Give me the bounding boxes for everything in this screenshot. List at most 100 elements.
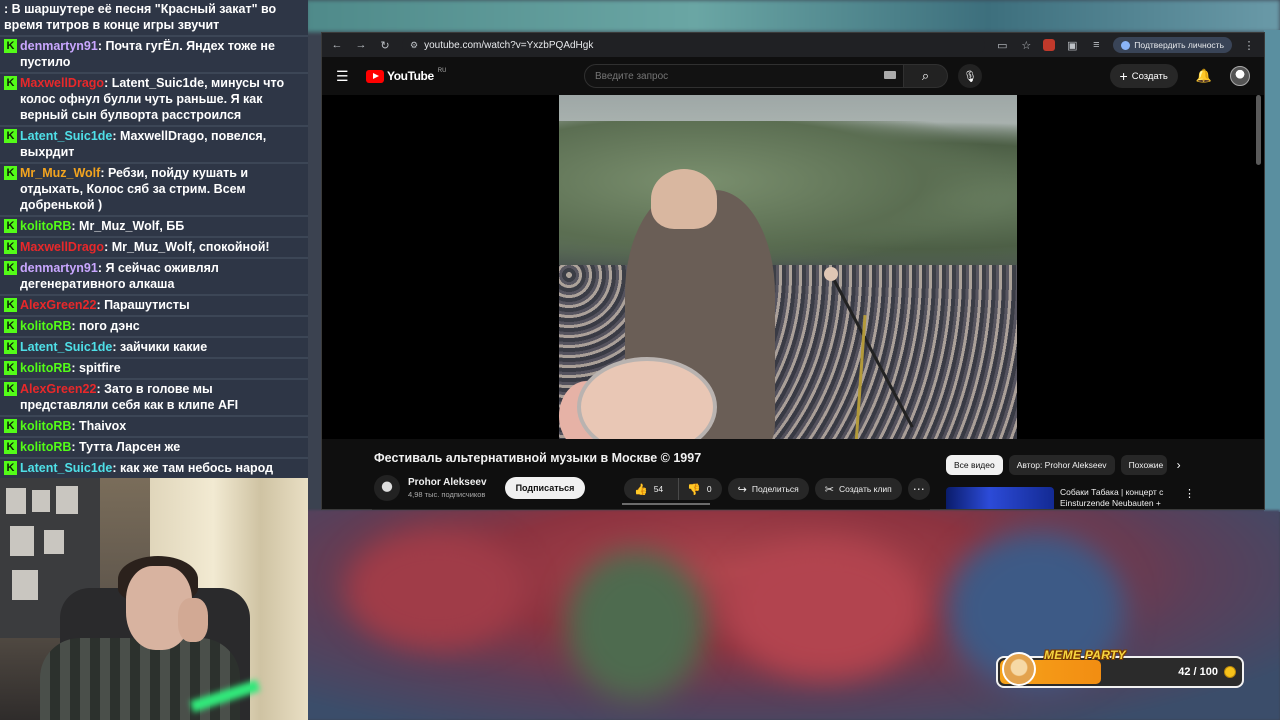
- streamer-hand: [178, 598, 208, 642]
- recommended-title[interactable]: Собаки Табака | концерт с Einsturzende N…: [1060, 487, 1178, 509]
- chip-related[interactable]: Похожие: [1120, 455, 1167, 475]
- cast-icon[interactable]: ▭: [995, 39, 1009, 52]
- create-button[interactable]: + Создать: [1109, 64, 1178, 88]
- meme-party-count: 42 / 100: [1178, 666, 1218, 678]
- chat-message: KkolitoRB: spitfire: [0, 359, 308, 380]
- more-dots-icon: ⋯: [912, 482, 925, 496]
- search-input[interactable]: [584, 64, 904, 88]
- page-scrollbar[interactable]: [1256, 95, 1261, 165]
- recommended-thumbnail[interactable]: [946, 487, 1054, 509]
- chat-text: : пого дэнс: [71, 319, 140, 333]
- chevron-right-icon[interactable]: ›: [1177, 458, 1181, 472]
- chat-username[interactable]: Latent_Suic1de: [20, 461, 112, 475]
- chat-message: Kdenmartyn91: Почта гугЁл. Яндех тоже не…: [0, 37, 308, 74]
- back-icon[interactable]: ←: [330, 39, 344, 51]
- browser-menu-icon[interactable]: ⋮: [1242, 39, 1256, 52]
- chat-username[interactable]: kolitoRB: [20, 219, 71, 233]
- chat-text: : Mr_Muz_Wolf, спокойной!: [104, 240, 270, 254]
- chat-username[interactable]: AlexGreen22: [20, 298, 96, 312]
- search-icon: ⌕: [921, 68, 930, 83]
- chip-all-videos[interactable]: Все видео: [946, 455, 1003, 475]
- extension-icon[interactable]: [1043, 39, 1056, 51]
- chat-message-content: denmartyn91: Почта гугЁл. Яндех тоже не …: [20, 38, 304, 70]
- verify-identity-button[interactable]: Подтвердить личность: [1113, 37, 1232, 53]
- webcam-poster: [44, 530, 64, 554]
- video-title: Фестиваль альтернативной музыки в Москве…: [374, 451, 702, 465]
- forward-icon[interactable]: →: [354, 39, 368, 51]
- kick-badge-icon: K: [4, 298, 17, 312]
- search-bar: ⌕ 🎙: [584, 64, 982, 88]
- subscribe-button[interactable]: Подписаться: [504, 477, 586, 499]
- like-button[interactable]: 👍 54: [624, 478, 673, 500]
- chat-username[interactable]: kolitoRB: [20, 419, 71, 433]
- youtube-logo[interactable]: YouTube RU: [366, 68, 447, 83]
- subscriber-count: 4,98 тыс. подписчиков: [408, 490, 486, 499]
- chat-username[interactable]: kolitoRB: [20, 361, 71, 375]
- webcam-poster: [10, 526, 34, 556]
- site-info-icon[interactable]: ⚙: [410, 40, 418, 51]
- chat-username[interactable]: MaxwellDrago: [20, 76, 104, 90]
- chat-username[interactable]: denmartyn91: [20, 39, 98, 53]
- address-bar: ← → ↻ ⚙ youtube.com/watch?v=YxzbPQAdHgk …: [322, 33, 1264, 57]
- youtube-country-code: RU: [437, 68, 447, 74]
- chat-message: K Mr_Muz_Wolf: Ребзи, пойду кушать и отды…: [0, 164, 308, 217]
- more-actions-button[interactable]: ⋯: [907, 478, 930, 500]
- account-avatar[interactable]: [1230, 66, 1250, 86]
- chat-message: KkolitoRB: пого дэнс: [0, 317, 308, 338]
- bookmark-star-icon[interactable]: ☆: [1019, 39, 1033, 52]
- chat-username[interactable]: MaxwellDrago: [20, 240, 104, 254]
- kick-badge-icon: K: [4, 319, 17, 333]
- channel-row: Prohor Alekseev 4,98 тыс. подписчиков По…: [374, 475, 586, 501]
- chat-message: K Latent_Suic1de: MaxwellDrago, повелся, …: [0, 127, 308, 164]
- chat-username[interactable]: Latent_Suic1de: [20, 129, 112, 143]
- share-icon: ↪: [737, 483, 747, 496]
- webcam-feed: [0, 478, 308, 720]
- chat-message-content: kolitoRB: пого дэнс: [20, 318, 304, 334]
- chat-username[interactable]: AlexGreen22: [20, 382, 96, 396]
- keyboard-icon[interactable]: [884, 71, 896, 79]
- meme-party-widget: MEME PARTY 42 / 100: [996, 648, 1244, 688]
- voice-search-button[interactable]: 🎙: [958, 64, 982, 88]
- video-player[interactable]: [322, 95, 1264, 439]
- scissors-icon: ✂: [824, 483, 834, 496]
- dislike-button[interactable]: 👎 0: [678, 478, 721, 500]
- description-divider: [372, 509, 930, 510]
- kick-badge-icon: K: [4, 261, 17, 275]
- action-buttons: 👍 54 👎 0 ↪ Поделиться ✂ Создать клип ⋯: [624, 478, 930, 500]
- chat-username[interactable]: Latent_Suic1de: [20, 340, 112, 354]
- reload-icon[interactable]: ↻: [378, 39, 392, 52]
- chat-username[interactable]: kolitoRB: [20, 440, 71, 454]
- extensions-puzzle-icon[interactable]: ▣: [1065, 39, 1079, 52]
- kick-badge-icon: K: [4, 76, 17, 90]
- share-button[interactable]: ↪ Поделиться: [727, 478, 809, 500]
- youtube-header: ☰ YouTube RU ⌕ 🎙 + Создать 🔔: [322, 57, 1264, 95]
- channel-avatar[interactable]: [374, 475, 400, 501]
- recommended-video[interactable]: Собаки Табака | концерт с Einsturzende N…: [946, 487, 1195, 509]
- stream-background-right: [1264, 30, 1280, 512]
- like-dislike-group: 👍 54 👎 0: [624, 478, 722, 500]
- hamburger-menu-icon[interactable]: ☰: [336, 68, 350, 85]
- video-microphone: [824, 267, 838, 281]
- chat-message-content: Mr_Muz_Wolf: Ребзи, пойду кушать и отдых…: [20, 165, 304, 213]
- chat-text: : Mr_Muz_Wolf, ББ: [71, 219, 185, 233]
- thumb-down-icon: 👎: [687, 483, 701, 496]
- chat-username[interactable]: denmartyn91: [20, 261, 98, 275]
- chat-message-content: MaxwellDrago: Mr_Muz_Wolf, спокойной!: [20, 239, 304, 255]
- chat-message-content: kolitoRB: Thaivox: [20, 418, 304, 434]
- search-button[interactable]: ⌕: [904, 64, 948, 88]
- channel-name[interactable]: Prohor Alekseev: [408, 477, 487, 488]
- chat-username[interactable]: kolitoRB: [20, 319, 71, 333]
- chip-author[interactable]: Автор: Prohor Alekseev: [1008, 455, 1115, 475]
- video-performer-hat: [651, 169, 717, 229]
- coin-icon: [1224, 666, 1236, 678]
- create-clip-button[interactable]: ✂ Создать клип: [814, 478, 902, 500]
- reading-list-icon[interactable]: ≡: [1089, 39, 1103, 51]
- more-vertical-icon[interactable]: ⋮: [1184, 487, 1195, 509]
- chat-message-content: AlexGreen22: Парашутисты: [20, 297, 304, 313]
- chat-username[interactable]: Mr_Muz_Wolf: [20, 166, 100, 180]
- kick-badge-icon: K: [4, 382, 17, 396]
- notifications-bell-icon[interactable]: 🔔: [1196, 68, 1212, 84]
- profile-icon: [1121, 40, 1131, 50]
- url-field[interactable]: ⚙ youtube.com/watch?v=YxzbPQAdHgk: [402, 36, 986, 54]
- video-frame[interactable]: [559, 95, 1017, 439]
